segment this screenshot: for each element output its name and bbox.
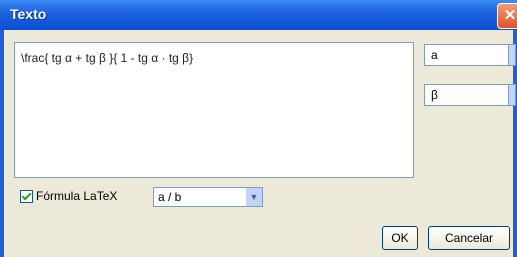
symbol-combo-2[interactable]: β: [424, 84, 516, 106]
symbol-value-1: a: [431, 48, 438, 62]
window-frame-left: [0, 30, 4, 257]
latex-checkbox[interactable]: [20, 189, 33, 203]
title-bar[interactable]: Texto ✕: [0, 0, 517, 30]
latex-text-area[interactable]: \frac{ tg α + tg β }{ 1 - tg α · tg β}: [14, 42, 414, 178]
symbol-combo-1-arrow-icon[interactable]: [508, 44, 516, 66]
cancel-button[interactable]: Cancelar: [428, 226, 510, 250]
ok-button[interactable]: OK: [382, 226, 418, 250]
symbol-combo-1[interactable]: a: [424, 44, 516, 66]
dialog-title: Texto: [10, 6, 47, 22]
text-dialog: Texto ✕ \frac{ tg α + tg β }{ 1 - tg α ·…: [0, 0, 517, 257]
chevron-down-icon[interactable]: ▼: [246, 188, 262, 206]
latex-option[interactable]: Fórmula LaTeX: [20, 189, 117, 203]
close-icon[interactable]: ✕: [497, 3, 517, 29]
latex-format-select[interactable]: a / b ▼: [153, 187, 263, 207]
symbol-value-2: β: [431, 88, 438, 102]
symbol-combo-2-arrow-icon[interactable]: [508, 84, 516, 106]
latex-checkbox-label: Fórmula LaTeX: [36, 189, 118, 203]
latex-format-value: a / b: [158, 190, 182, 204]
